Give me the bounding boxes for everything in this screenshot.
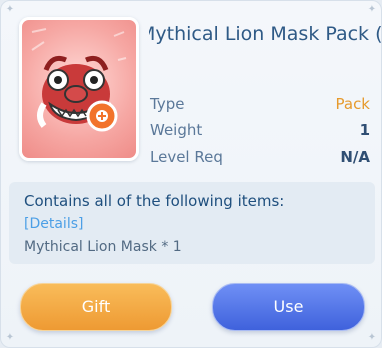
- stat-value: Pack: [335, 95, 371, 113]
- corner-ornament-icon: ✦: [367, 332, 377, 343]
- stat-label: Level Req: [150, 148, 223, 166]
- stat-row-weight: Weight 1: [150, 118, 370, 142]
- item-title: Mythical Lion Mask Pack (Gi: [149, 23, 382, 45]
- gift-button[interactable]: Gift: [20, 283, 172, 331]
- corner-ornament-icon: ✦: [5, 4, 15, 15]
- corner-ornament-icon: ✦: [5, 332, 15, 343]
- stat-label: Weight: [150, 121, 203, 139]
- contents-list-item: Mythical Lion Mask * 1: [24, 239, 182, 255]
- stat-row-level-req: Level Req N/A: [150, 145, 370, 169]
- contents-heading: Contains all of the following items:: [24, 192, 285, 210]
- pack-contents-box: Contains all of the following items: [De…: [9, 182, 375, 264]
- lion-mask-pack-icon: [31, 28, 127, 132]
- stat-value: N/A: [340, 148, 370, 166]
- stat-value: 1: [359, 121, 370, 139]
- corner-ornament-icon: ✦: [367, 4, 377, 15]
- item-tooltip-panel: ✦ ✦ ✦ ✦ Mythical Lion Mask Pack (Gi: [0, 0, 382, 348]
- use-button[interactable]: Use: [212, 283, 365, 331]
- item-thumbnail: [19, 17, 139, 161]
- stat-label: Type: [150, 95, 185, 113]
- stat-row-type: Type Pack: [150, 92, 370, 116]
- details-link[interactable]: [Details]: [24, 213, 83, 235]
